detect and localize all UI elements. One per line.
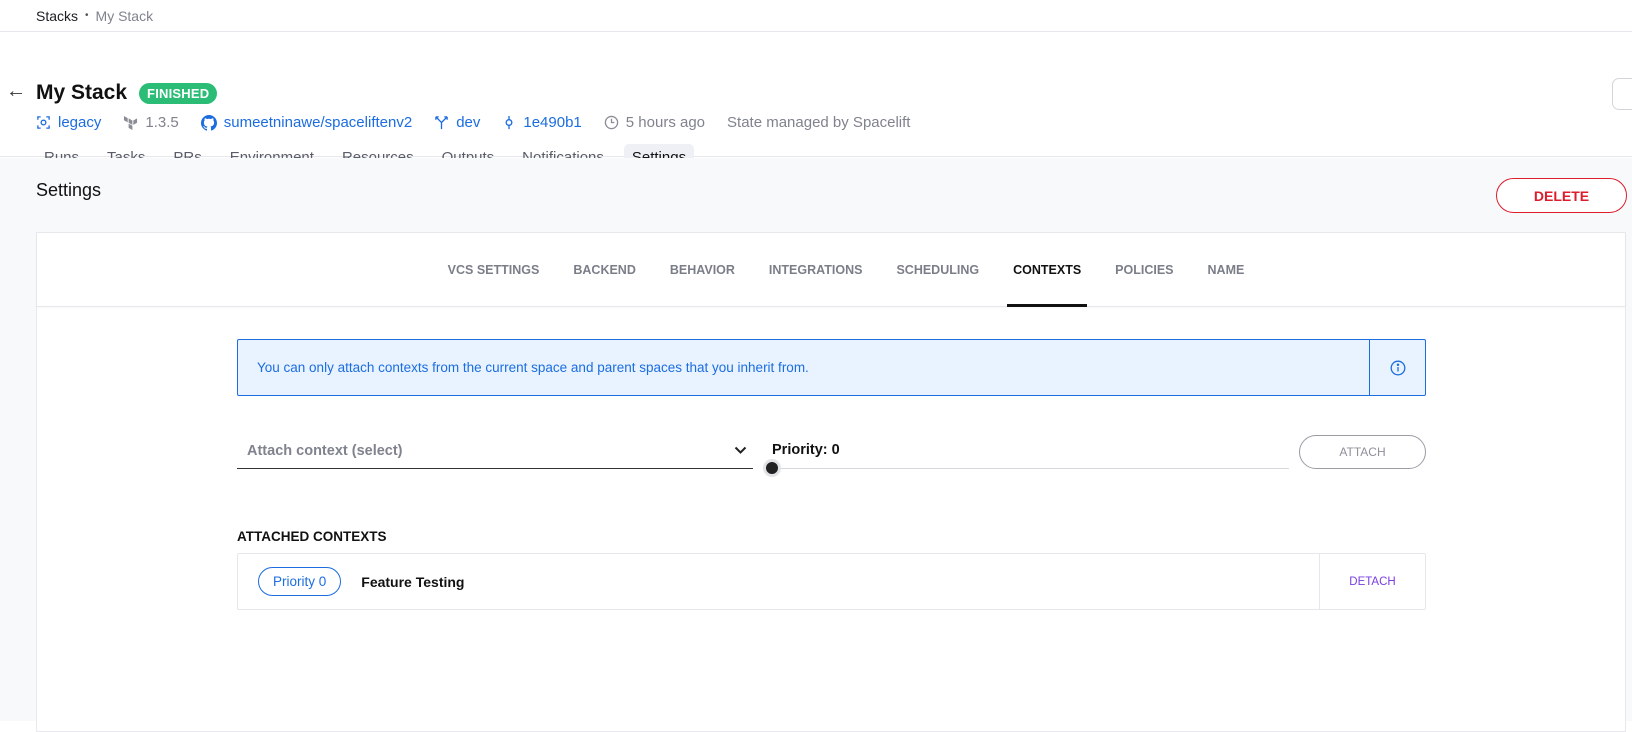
- attached-contexts-heading: ATTACHED CONTEXTS: [237, 529, 387, 544]
- info-banner: You can only attach contexts from the cu…: [237, 339, 1426, 396]
- attach-context-placeholder: Attach context (select): [247, 442, 403, 459]
- priority-badge: Priority 0: [258, 567, 342, 596]
- detach-button[interactable]: DETACH: [1319, 554, 1425, 609]
- attach-context-select[interactable]: Attach context (select): [237, 433, 753, 469]
- terraform-icon: [123, 115, 138, 130]
- priority-slider-track[interactable]: [772, 468, 1289, 469]
- branch-icon: [434, 115, 449, 130]
- github-icon: [200, 114, 217, 131]
- attach-button[interactable]: ATTACH: [1299, 435, 1426, 469]
- status-badge: FINISHED: [139, 82, 218, 104]
- settings-subtabs: VCS SETTINGS BACKEND BEHAVIOR INTEGRATIO…: [37, 233, 1625, 307]
- context-name[interactable]: Feature Testing: [361, 574, 1319, 590]
- subtab-scheduling[interactable]: SCHEDULING: [890, 233, 985, 306]
- subtab-backend[interactable]: BACKEND: [567, 233, 642, 306]
- branch-link[interactable]: dev: [434, 114, 480, 131]
- subtab-policies[interactable]: POLICIES: [1109, 233, 1179, 306]
- chevron-down-icon: [734, 442, 747, 460]
- back-arrow-icon[interactable]: ←: [6, 80, 26, 103]
- subtab-contexts[interactable]: CONTEXTS: [1007, 233, 1088, 307]
- commit-link[interactable]: 1e490b1: [502, 114, 582, 131]
- repo-link[interactable]: sumeetninawe/spaceliftenv2: [200, 114, 412, 131]
- breadcrumb-stacks-link[interactable]: Stacks: [36, 8, 78, 24]
- subtab-behavior[interactable]: BEHAVIOR: [664, 233, 741, 306]
- settings-panel: VCS SETTINGS BACKEND BEHAVIOR INTEGRATIO…: [36, 232, 1626, 732]
- priority-label: Priority: 0: [772, 442, 840, 458]
- clock-icon: [604, 115, 619, 130]
- info-text: You can only attach contexts from the cu…: [257, 360, 809, 375]
- breadcrumb-current: My Stack: [95, 7, 154, 24]
- subtab-name[interactable]: NAME: [1202, 233, 1251, 306]
- stack-header: ← My Stack FINISHED legacy 1.3.5 sumeetn…: [0, 32, 1632, 171]
- subtab-integrations[interactable]: INTEGRATIONS: [763, 233, 869, 306]
- breadcrumb: Stacks • My Stack: [0, 0, 1632, 32]
- header-action-button[interactable]: [1612, 78, 1632, 110]
- info-icon[interactable]: [1369, 340, 1425, 395]
- priority-slider-thumb[interactable]: [766, 462, 778, 474]
- commit-icon: [502, 115, 516, 130]
- last-updated: 5 hours ago: [604, 114, 705, 131]
- delete-button[interactable]: DELETE: [1496, 178, 1627, 213]
- terraform-version: 1.3.5: [123, 114, 179, 131]
- space-link[interactable]: legacy: [36, 114, 101, 131]
- stack-meta: legacy 1.3.5 sumeetninawe/spaceliftenv2 …: [36, 114, 932, 131]
- subtab-vcs-settings[interactable]: VCS SETTINGS: [442, 233, 546, 306]
- settings-area: Settings DELETE VCS SETTINGS BACKEND BEH…: [0, 158, 1632, 732]
- page-title: My Stack: [36, 81, 128, 104]
- breadcrumb-separator: •: [85, 10, 89, 21]
- settings-title: Settings: [36, 180, 102, 200]
- state-managed-text: State managed by Spacelift: [727, 114, 911, 131]
- list-item: Priority 0 Feature Testing DETACH: [237, 553, 1426, 610]
- space-icon: [36, 115, 51, 130]
